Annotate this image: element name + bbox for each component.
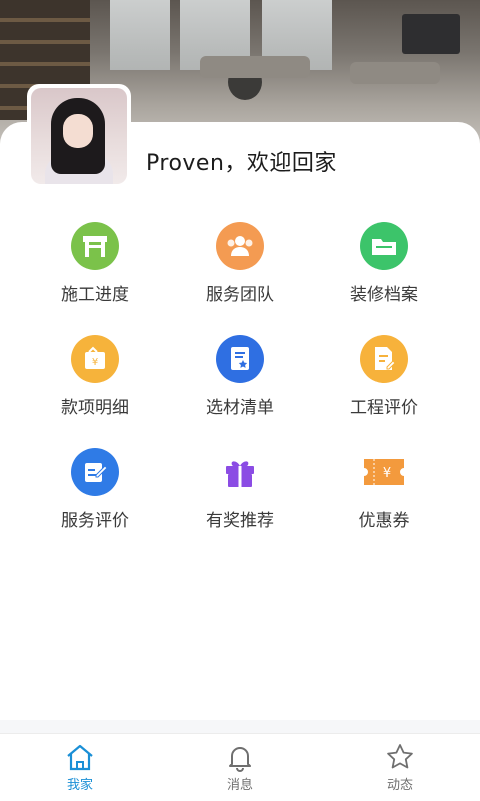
menu-item-label: 装修档案 [350, 285, 418, 305]
menu-item-label: 选材清单 [206, 398, 274, 418]
menu-item-label: 服务团队 [206, 285, 274, 305]
construction-barrier-icon [71, 222, 119, 270]
menu-item-label: 服务评价 [61, 511, 129, 531]
avatar[interactable] [27, 84, 131, 188]
team-people-icon [216, 222, 264, 270]
menu-item-payment-details[interactable]: ¥ 款项明细 [25, 335, 165, 435]
coupon-yuan-icon: ¥ [360, 448, 408, 496]
bell-icon [229, 747, 251, 772]
edit-document-icon [360, 335, 408, 383]
menu-item-service-team[interactable]: 服务团队 [170, 222, 310, 322]
menu-item-referral-rewards[interactable]: 有奖推荐 [170, 448, 310, 548]
menu-item-material-list[interactable]: 选材清单 [170, 335, 310, 435]
svg-text:¥: ¥ [92, 357, 98, 368]
menu-item-construction-progress[interactable]: 施工进度 [25, 222, 165, 322]
tab-home[interactable]: 我家 [40, 742, 120, 793]
tab-label: 消息 [226, 778, 253, 793]
folder-icon [360, 222, 408, 270]
svg-text:¥: ¥ [383, 466, 391, 481]
gift-icon [216, 448, 264, 496]
menu-item-label: 优惠券 [358, 511, 410, 531]
menu-item-coupons[interactable]: ¥ 优惠券 [314, 448, 454, 548]
menu-item-decoration-archive[interactable]: 装修档案 [314, 222, 454, 322]
menu-item-service-review[interactable]: 服务评价 [25, 448, 165, 548]
bottom-tab-bar: 我家 消息 动态 [0, 733, 480, 801]
home-icon [67, 744, 93, 771]
tab-updates[interactable]: 动态 [360, 742, 440, 793]
menu-item-label: 款项明细 [61, 398, 129, 418]
menu-item-label: 施工进度 [61, 285, 129, 305]
menu-item-label: 有奖推荐 [206, 511, 274, 531]
welcome-text: Proven，欢迎回家 [146, 151, 337, 176]
tab-messages[interactable]: 消息 [200, 742, 280, 793]
pen-on-document-icon [71, 448, 119, 496]
star-icon [387, 744, 413, 769]
document-star-icon [216, 335, 264, 383]
wallet-yuan-icon: ¥ [71, 335, 119, 383]
menu-item-label: 工程评价 [350, 398, 418, 418]
menu-item-project-review[interactable]: 工程评价 [314, 335, 454, 435]
tab-label: 动态 [386, 778, 413, 793]
tab-label: 我家 [66, 778, 93, 793]
